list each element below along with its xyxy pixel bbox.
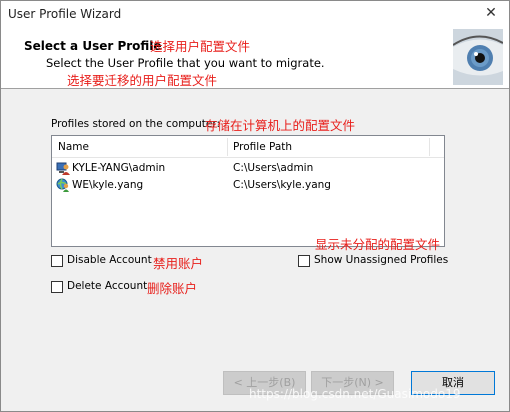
profile-name: WE\kyle.yang xyxy=(72,179,144,191)
eye-logo-icon xyxy=(453,29,503,85)
disable-account-checkbox[interactable] xyxy=(51,255,63,267)
column-header-name[interactable]: Name xyxy=(58,141,89,153)
domain-user-icon xyxy=(56,178,70,192)
title-annotation: 选择用户配置文件 xyxy=(150,39,251,54)
wizard-window: User Profile Wizard ✕ Select a User Prof… xyxy=(0,0,510,412)
profiles-annotation: 存储在计算机上的配置文件 xyxy=(205,118,356,133)
delete-account-checkbox[interactable] xyxy=(51,281,63,293)
page-title: Select a User Profile xyxy=(24,39,162,53)
close-icon[interactable]: ✕ xyxy=(483,5,499,21)
window-title: User Profile Wizard xyxy=(8,7,122,21)
list-item[interactable]: WE\kyle.yang C:\Users\kyle.yang xyxy=(52,178,444,194)
show-unassigned-checkbox[interactable] xyxy=(298,255,310,267)
title-bar: User Profile Wizard ✕ xyxy=(1,1,509,27)
show-unassigned-annotation: 显示未分配的配置文件 xyxy=(315,237,441,252)
column-divider[interactable] xyxy=(429,138,430,156)
profile-path: C:\Users\admin xyxy=(233,162,314,174)
profile-path: C:\Users\kyle.yang xyxy=(233,179,331,191)
column-header-path[interactable]: Profile Path xyxy=(233,141,292,153)
column-divider[interactable] xyxy=(227,138,228,156)
profiles-label: Profiles stored on the computer: xyxy=(51,118,220,130)
delete-account-label[interactable]: Delete Account xyxy=(67,280,147,292)
profiles-list[interactable]: Name Profile Path KYLE-YANG\admin C:\Use… xyxy=(51,135,445,247)
page-subtitle: Select the User Profile that you want to… xyxy=(46,56,325,70)
list-item[interactable]: KYLE-YANG\admin C:\Users\admin xyxy=(52,161,444,177)
profile-name: KYLE-YANG\admin xyxy=(72,162,166,174)
subtitle-annotation: 选择要迁移的用户配置文件 xyxy=(67,73,218,88)
local-user-icon xyxy=(56,161,70,175)
list-header: Name Profile Path xyxy=(52,136,444,158)
watermark: https://blog.csdn.net/Guasimodo19 xyxy=(249,387,461,401)
disable-annotation: 禁用账户 xyxy=(153,256,204,271)
delete-annotation: 删除账户 xyxy=(147,281,198,296)
show-unassigned-label[interactable]: Show Unassigned Profiles xyxy=(314,254,448,266)
disable-account-label[interactable]: Disable Account xyxy=(67,254,152,266)
